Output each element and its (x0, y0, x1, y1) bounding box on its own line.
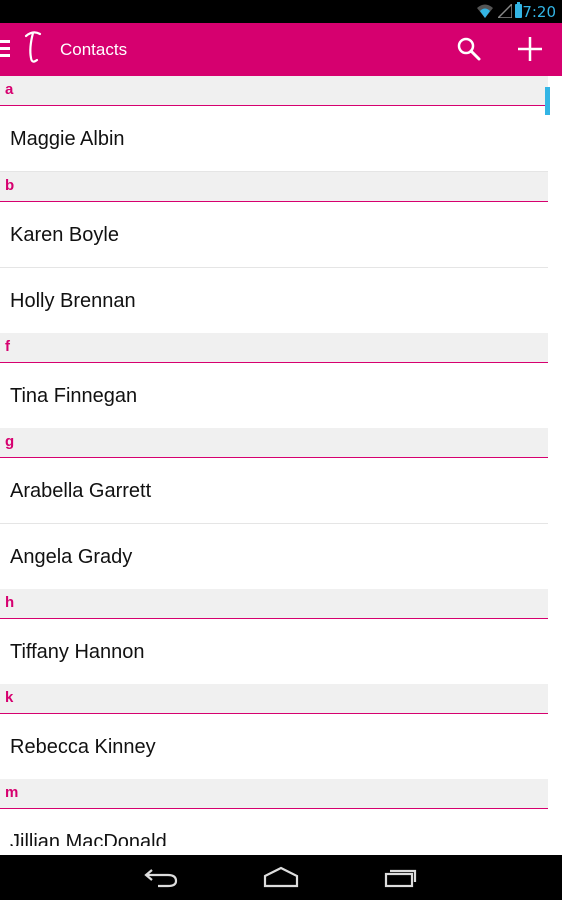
section-header-g: g (0, 428, 548, 458)
contact-row[interactable]: Arabella Garrett (0, 458, 548, 524)
scrollbar-thumb[interactable] (545, 87, 550, 115)
contact-row[interactable]: Karen Boyle (0, 202, 548, 268)
page-title: Contacts (60, 40, 128, 59)
contact-row[interactable]: Jillian MacDonald (0, 809, 548, 846)
home-icon[interactable] (263, 866, 299, 888)
search-icon[interactable] (456, 36, 482, 62)
app-logo-icon[interactable] (22, 28, 44, 68)
wifi-icon (477, 4, 493, 18)
contact-row[interactable]: Tina Finnegan (0, 363, 548, 428)
action-bar: Contacts (0, 23, 562, 76)
navigation-bar (0, 855, 562, 900)
contact-row[interactable]: Angela Grady (0, 524, 548, 589)
contact-list[interactable]: a Maggie Albin b Karen Boyle Holly Brenn… (0, 76, 548, 846)
section-header-k: k (0, 684, 548, 714)
hamburger-icon[interactable] (0, 40, 10, 58)
recents-icon[interactable] (384, 866, 418, 888)
signal-icon (498, 4, 512, 18)
plus-icon[interactable] (516, 35, 544, 63)
contact-row[interactable]: Holly Brennan (0, 268, 548, 333)
section-header-h: h (0, 589, 548, 619)
contact-row[interactable]: Maggie Albin (0, 106, 548, 172)
back-icon[interactable] (144, 866, 178, 888)
section-header-m: m (0, 779, 548, 809)
status-time: 7:20 (522, 3, 556, 21)
status-bar: 7:20 (0, 0, 562, 23)
section-header-b: b (0, 172, 548, 202)
battery-icon (515, 2, 522, 18)
scrollbar-track (548, 76, 562, 826)
section-header-f: f (0, 333, 548, 363)
section-header-a: a (0, 76, 548, 106)
contact-row[interactable]: Tiffany Hannon (0, 619, 548, 684)
contact-row[interactable]: Rebecca Kinney (0, 714, 548, 779)
